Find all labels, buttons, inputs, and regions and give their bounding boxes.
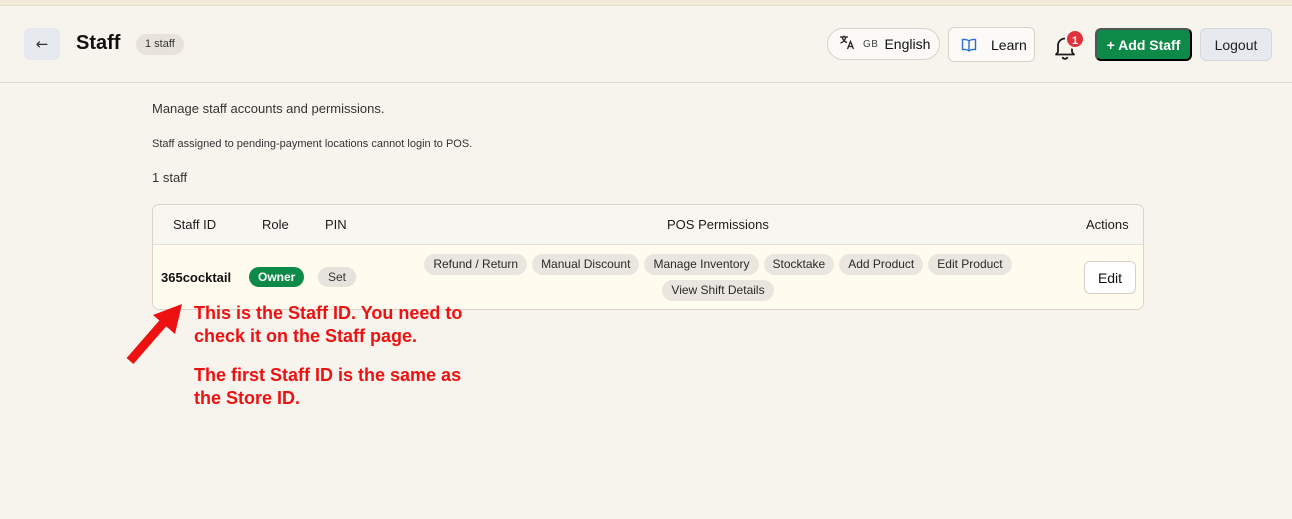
permission-tag: Manage Inventory	[644, 254, 759, 275]
language-selector[interactable]: GB English	[827, 28, 940, 60]
annotation-arrow-icon	[126, 304, 182, 364]
add-staff-button[interactable]: + Add Staff	[1095, 28, 1192, 61]
staff-total: 1 staff	[152, 170, 188, 185]
book-icon	[961, 38, 977, 52]
staff-count-badge: 1 staff	[136, 34, 184, 55]
permission-tag: Add Product	[839, 254, 924, 275]
edit-staff-button[interactable]: Edit	[1084, 261, 1136, 294]
staff-id-cell: 365cocktail	[161, 270, 232, 285]
annotation-text-line: The first Staff ID is the same as	[194, 365, 462, 385]
page-description: Manage staff accounts and permissions.	[152, 101, 385, 116]
logout-button[interactable]: Logout	[1200, 28, 1272, 61]
annotation-text-line: check it on the Staff page.	[194, 326, 418, 346]
column-header-staff-id: Staff ID	[173, 217, 217, 232]
role-badge: Owner	[249, 267, 305, 287]
table-header: Staff ID Role PIN POS Permissions Action…	[153, 205, 1143, 245]
flag-code: GB	[863, 38, 879, 50]
permissions-list: Refund / Return Manual Discount Manage I…	[418, 254, 1018, 301]
annotation-text-line: This is the Staff ID. You need to	[194, 303, 463, 323]
learn-label: Learn	[991, 36, 1027, 53]
language-label: English	[884, 36, 931, 52]
permission-tag: Stocktake	[763, 254, 835, 275]
column-header-pin: PIN	[325, 217, 347, 232]
arrow-left-icon: ←	[35, 35, 49, 53]
permission-tag: Refund / Return	[424, 254, 528, 275]
column-header-role: Role	[262, 217, 289, 232]
notification-count-badge: 1	[1065, 29, 1085, 49]
login-restriction-note: Staff assigned to pending-payment locati…	[152, 138, 473, 150]
staff-table: Staff ID Role PIN POS Permissions Action…	[152, 204, 1144, 310]
learn-button[interactable]: Learn	[948, 27, 1035, 62]
permission-tag: Manual Discount	[532, 254, 640, 275]
column-header-actions: Actions	[1086, 217, 1129, 232]
column-header-pos-permissions: POS Permissions	[667, 217, 769, 232]
back-button[interactable]: ←	[24, 28, 60, 60]
page-header: ← Staff 1 staff GB English Learn 1 + Add…	[0, 6, 1292, 83]
pin-status-badge: Set	[318, 267, 357, 287]
permission-tag: View Shift Details	[662, 280, 774, 301]
annotation-text-line: the Store ID.	[194, 388, 301, 408]
permission-tag: Edit Product	[928, 254, 1012, 275]
page-title: Staff	[76, 32, 121, 54]
translate-icon	[839, 34, 857, 54]
